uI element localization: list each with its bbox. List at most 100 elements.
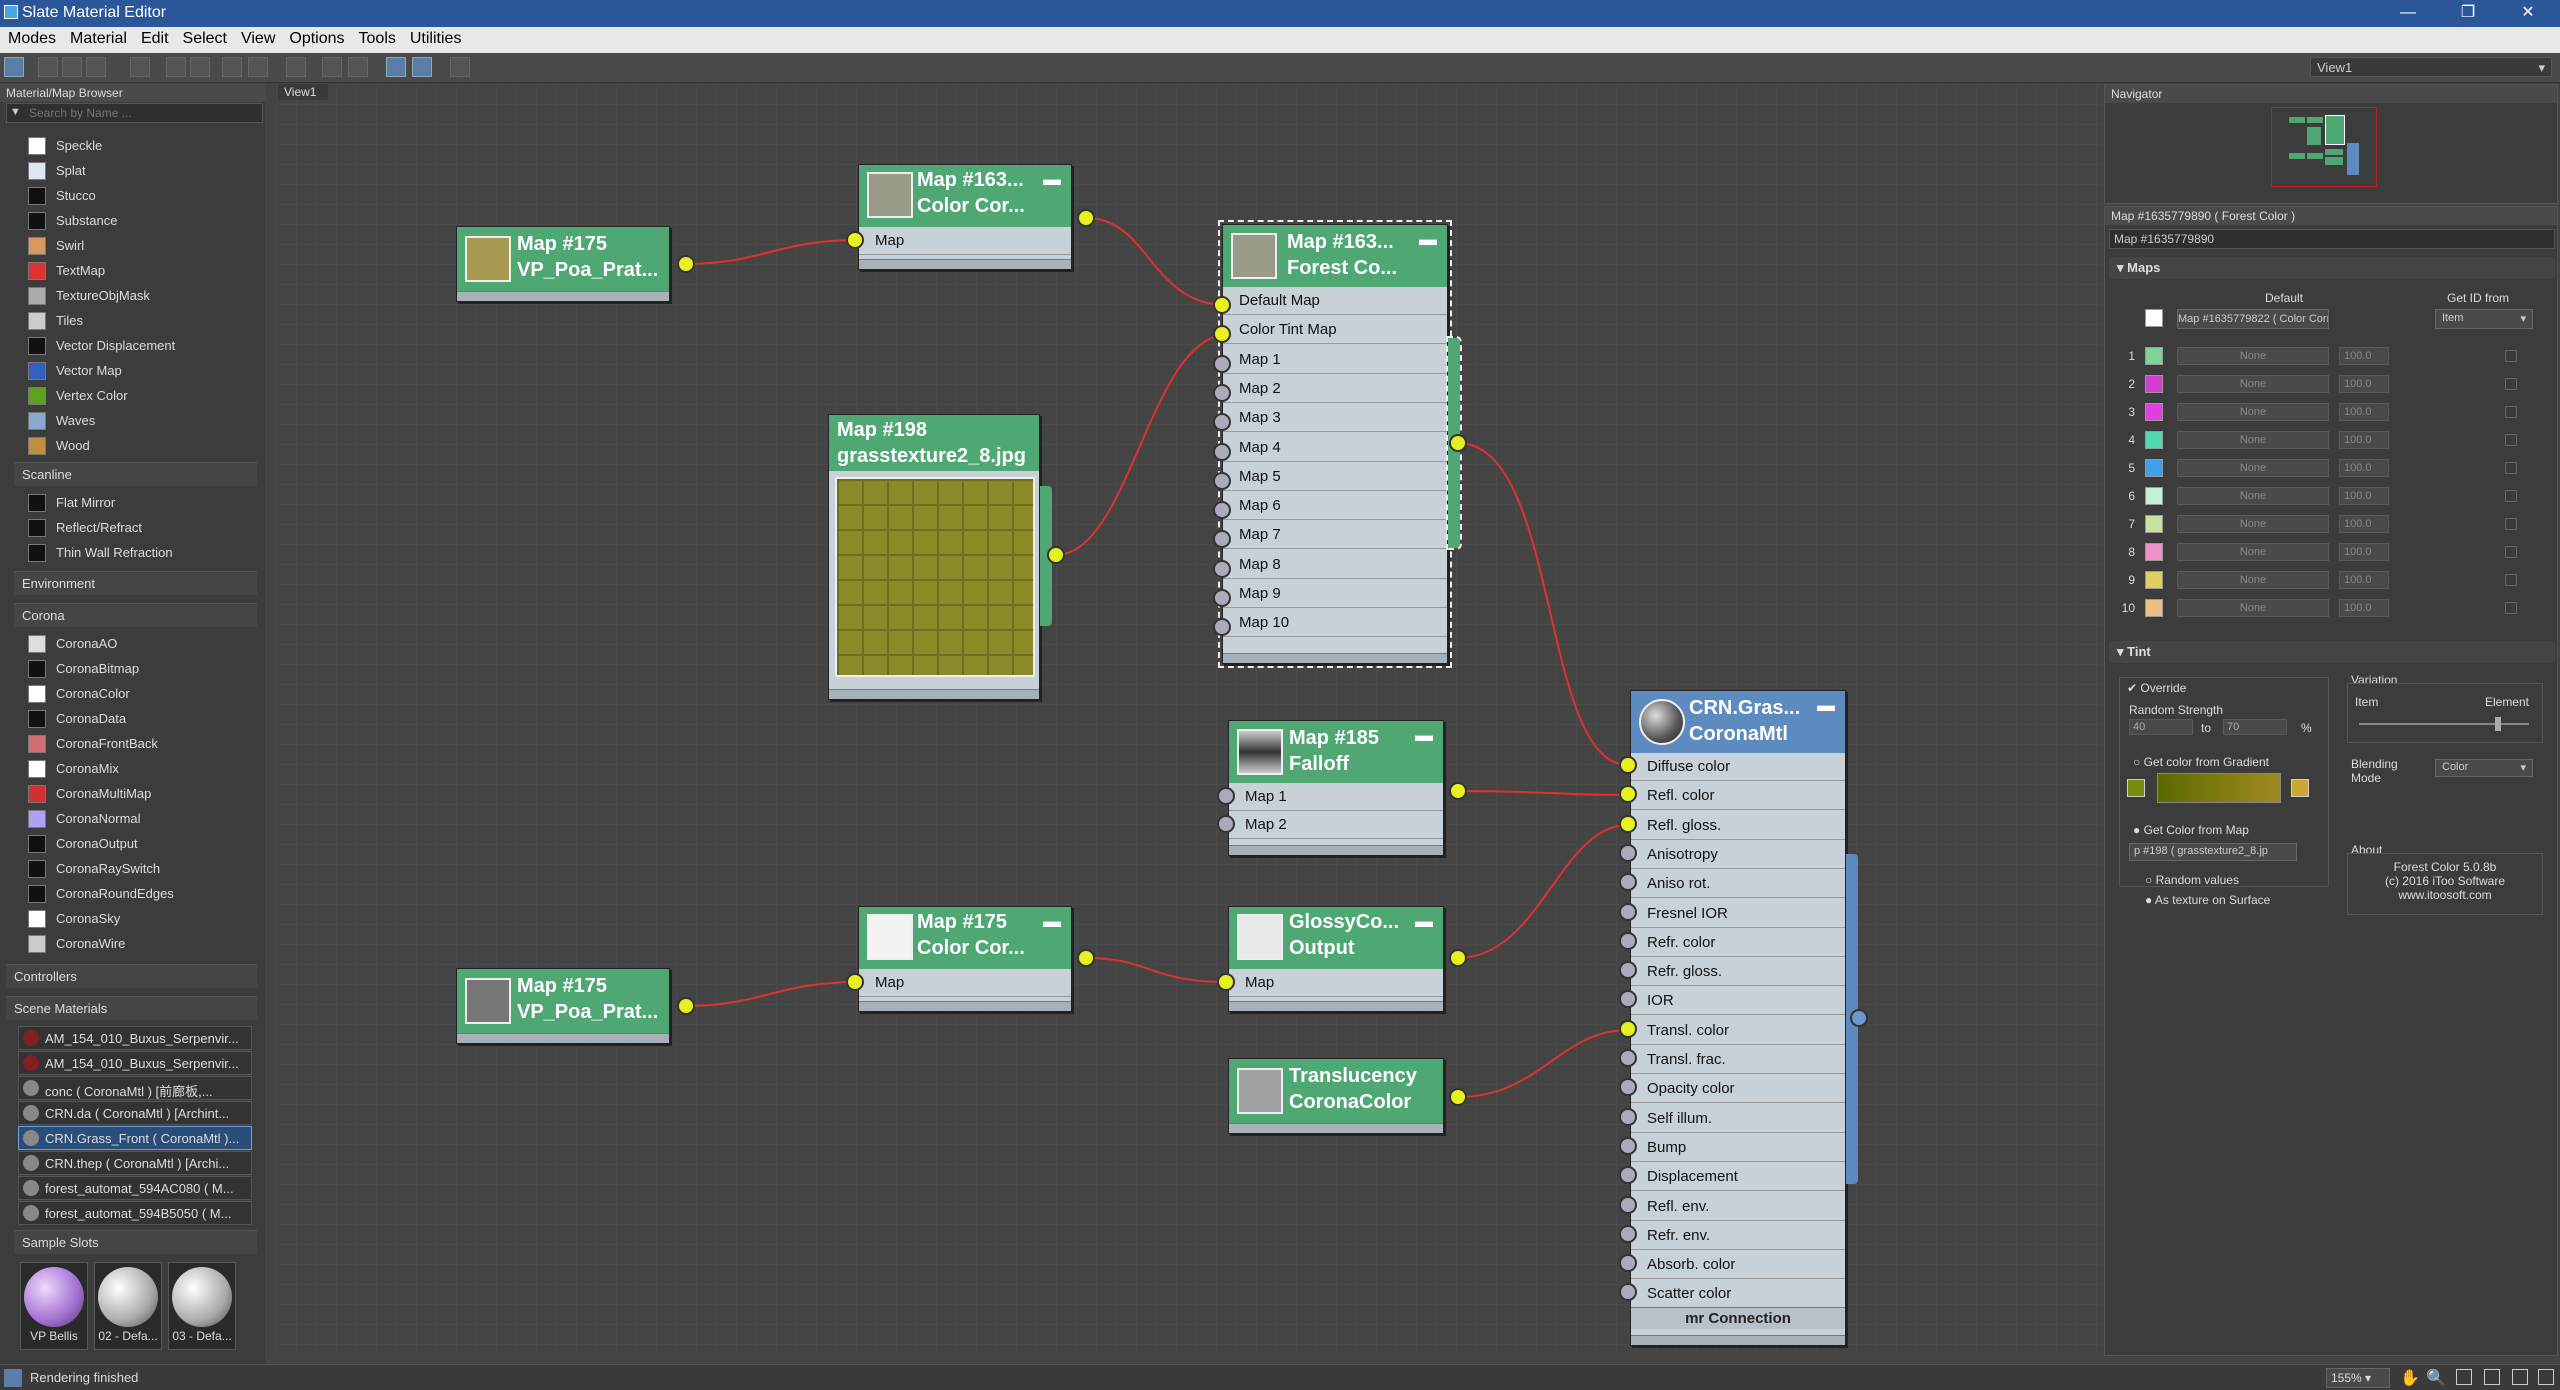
input-socket[interactable] bbox=[1619, 1049, 1637, 1067]
gradient-end-swatch[interactable] bbox=[2291, 779, 2309, 797]
zoom-all-icon[interactable] bbox=[2538, 1369, 2554, 1385]
input-socket[interactable] bbox=[1213, 471, 1231, 490]
default-color-swatch[interactable] bbox=[2145, 309, 2163, 327]
map-slot-button[interactable]: None bbox=[2177, 487, 2329, 505]
input-socket[interactable] bbox=[1213, 589, 1231, 607]
input-socket[interactable] bbox=[1619, 814, 1637, 833]
mr-connection[interactable]: mr Connection bbox=[1631, 1307, 1845, 1329]
random-strength-to[interactable]: 70 bbox=[2223, 719, 2287, 735]
zoom-icon[interactable]: 🔍 bbox=[2426, 1368, 2446, 1388]
output-socket[interactable] bbox=[1850, 1009, 1868, 1027]
map-enable-checkbox[interactable] bbox=[2505, 462, 2517, 474]
random-strength-from[interactable]: 40 bbox=[2129, 719, 2193, 735]
map-color-swatch[interactable] bbox=[2145, 403, 2163, 421]
map-percent-spinner[interactable]: 100.0 bbox=[2339, 543, 2389, 561]
map-enable-checkbox[interactable] bbox=[2505, 350, 2517, 362]
zoom-selected-icon[interactable] bbox=[2512, 1369, 2528, 1385]
getid-dropdown[interactable]: Item ▾ bbox=[2435, 309, 2533, 329]
input-socket-map[interactable] bbox=[846, 231, 864, 249]
zoom-region-icon[interactable] bbox=[2456, 1369, 2472, 1385]
input-socket[interactable] bbox=[1619, 961, 1637, 980]
input-socket[interactable] bbox=[1213, 442, 1231, 461]
map-color-swatch[interactable] bbox=[2145, 347, 2163, 365]
input-socket[interactable] bbox=[1213, 296, 1231, 314]
node-map175-color-correction[interactable]: Map #175 Color Cor... ▬ Map bbox=[858, 906, 1072, 1012]
map-percent-spinner[interactable]: 100.0 bbox=[2339, 347, 2389, 365]
output-socket[interactable] bbox=[677, 255, 695, 273]
collapse-icon[interactable]: ▬ bbox=[1817, 695, 1835, 716]
input-socket[interactable] bbox=[1619, 902, 1637, 921]
output-socket[interactable] bbox=[1449, 434, 1467, 452]
map-percent-spinner[interactable]: 100.0 bbox=[2339, 571, 2389, 589]
node-map185-falloff[interactable]: Map #185 Falloff ▬ Map 1 Map 2 bbox=[1228, 720, 1444, 856]
variation-slider[interactable] bbox=[2359, 723, 2529, 725]
pan-icon[interactable]: ✋ bbox=[2400, 1368, 2420, 1388]
map-enable-checkbox[interactable] bbox=[2505, 602, 2517, 614]
node-map175-vp-poa-bottom[interactable]: Map #175 VP_Poa_Prat... bbox=[456, 968, 670, 1044]
blending-mode-dropdown[interactable]: Color ▾ bbox=[2435, 759, 2533, 777]
output-socket[interactable] bbox=[1449, 782, 1467, 800]
gradient-radio[interactable]: ○ Get color from Gradient bbox=[2133, 755, 2269, 769]
navigator-panel[interactable]: Navigator bbox=[2104, 84, 2558, 204]
input-socket[interactable] bbox=[1619, 1019, 1637, 1038]
input-socket[interactable] bbox=[1619, 756, 1637, 774]
input-socket-map[interactable] bbox=[1217, 973, 1235, 991]
map-radio[interactable]: ● Get Color from Map bbox=[2133, 823, 2249, 837]
collapse-icon[interactable]: ▬ bbox=[1415, 911, 1433, 932]
map-color-swatch[interactable] bbox=[2145, 487, 2163, 505]
collapse-icon[interactable]: ▬ bbox=[1043, 911, 1061, 932]
rollout-maps[interactable]: ▾ Maps bbox=[2109, 257, 2555, 279]
node-translucency-coronacolor[interactable]: Translucency CoronaColor bbox=[1228, 1058, 1444, 1134]
output-socket[interactable] bbox=[1449, 949, 1467, 967]
map-color-swatch[interactable] bbox=[2145, 375, 2163, 393]
map-slot-button[interactable]: None bbox=[2177, 599, 2329, 617]
map-percent-spinner[interactable]: 100.0 bbox=[2339, 431, 2389, 449]
output-socket[interactable] bbox=[677, 997, 695, 1015]
node-map175-vp-poa-top[interactable]: Map #175 VP_Poa_Prat... bbox=[456, 226, 670, 302]
map-slot-button[interactable]: None bbox=[2177, 347, 2329, 365]
node-crn-grass-coronamtl[interactable]: CRN.Gras... CoronaMtl ▬ Diffuse color Ref… bbox=[1630, 690, 1846, 1346]
map-enable-checkbox[interactable] bbox=[2505, 546, 2517, 558]
zoom-field[interactable]: 155% ▾ bbox=[2326, 1368, 2390, 1388]
map-enable-checkbox[interactable] bbox=[2505, 406, 2517, 418]
input-socket[interactable] bbox=[1217, 815, 1235, 833]
map-enable-checkbox[interactable] bbox=[2505, 490, 2517, 502]
input-socket[interactable] bbox=[1619, 1195, 1637, 1214]
zoom-extents-icon[interactable] bbox=[2484, 1369, 2500, 1385]
gradient-start-swatch[interactable] bbox=[2127, 779, 2145, 797]
map-enable-checkbox[interactable] bbox=[2505, 434, 2517, 446]
rollout-tint[interactable]: ▾ Tint bbox=[2109, 641, 2555, 663]
texture-surface-radio[interactable]: ● As texture on Surface bbox=[2145, 893, 2270, 907]
map-slot-button[interactable]: None bbox=[2177, 459, 2329, 477]
gradient-bar[interactable] bbox=[2157, 773, 2281, 803]
map-color-swatch[interactable] bbox=[2145, 543, 2163, 561]
override-checkbox[interactable]: ✔ Override bbox=[2127, 681, 2186, 695]
map-slot-button[interactable]: None bbox=[2177, 571, 2329, 589]
input-socket[interactable] bbox=[1619, 1136, 1637, 1155]
node-forest-color[interactable]: Map #163... Forest Co... ▬ Default Map Co… bbox=[1218, 220, 1452, 668]
random-values-radio[interactable]: ○ Random values bbox=[2145, 873, 2239, 887]
node-map163-color-correction[interactable]: Map #163... Color Cor... ▬ Map bbox=[858, 164, 1072, 270]
input-socket[interactable] bbox=[1619, 843, 1637, 862]
map-color-swatch[interactable] bbox=[2145, 599, 2163, 617]
map-slot-button[interactable]: None bbox=[2177, 431, 2329, 449]
input-socket[interactable] bbox=[1213, 501, 1231, 520]
input-socket[interactable] bbox=[1619, 1254, 1637, 1273]
input-socket[interactable] bbox=[1217, 787, 1235, 805]
output-socket[interactable] bbox=[1047, 546, 1065, 564]
color-map-button[interactable]: p #198 ( grasstexture2_8.jp bbox=[2129, 843, 2297, 861]
collapse-icon[interactable]: ▬ bbox=[1043, 169, 1061, 190]
input-socket[interactable] bbox=[1213, 559, 1231, 578]
map-enable-checkbox[interactable] bbox=[2505, 518, 2517, 530]
input-socket[interactable] bbox=[1619, 1224, 1637, 1243]
default-map-button[interactable]: Map #1635779822 ( Color Correction ) bbox=[2177, 309, 2329, 329]
node-glossy-output[interactable]: GlossyCo... Output ▬ Map bbox=[1228, 906, 1444, 1012]
map-color-swatch[interactable] bbox=[2145, 571, 2163, 589]
node-map198-grasstexture[interactable]: Map #198 grasstexture2_8.jpg bbox=[828, 414, 1040, 700]
map-percent-spinner[interactable]: 100.0 bbox=[2339, 403, 2389, 421]
collapse-icon[interactable]: ▬ bbox=[1415, 725, 1433, 746]
map-percent-spinner[interactable]: 100.0 bbox=[2339, 515, 2389, 533]
map-slot-button[interactable]: None bbox=[2177, 543, 2329, 561]
output-socket[interactable] bbox=[1077, 209, 1095, 227]
map-enable-checkbox[interactable] bbox=[2505, 574, 2517, 586]
